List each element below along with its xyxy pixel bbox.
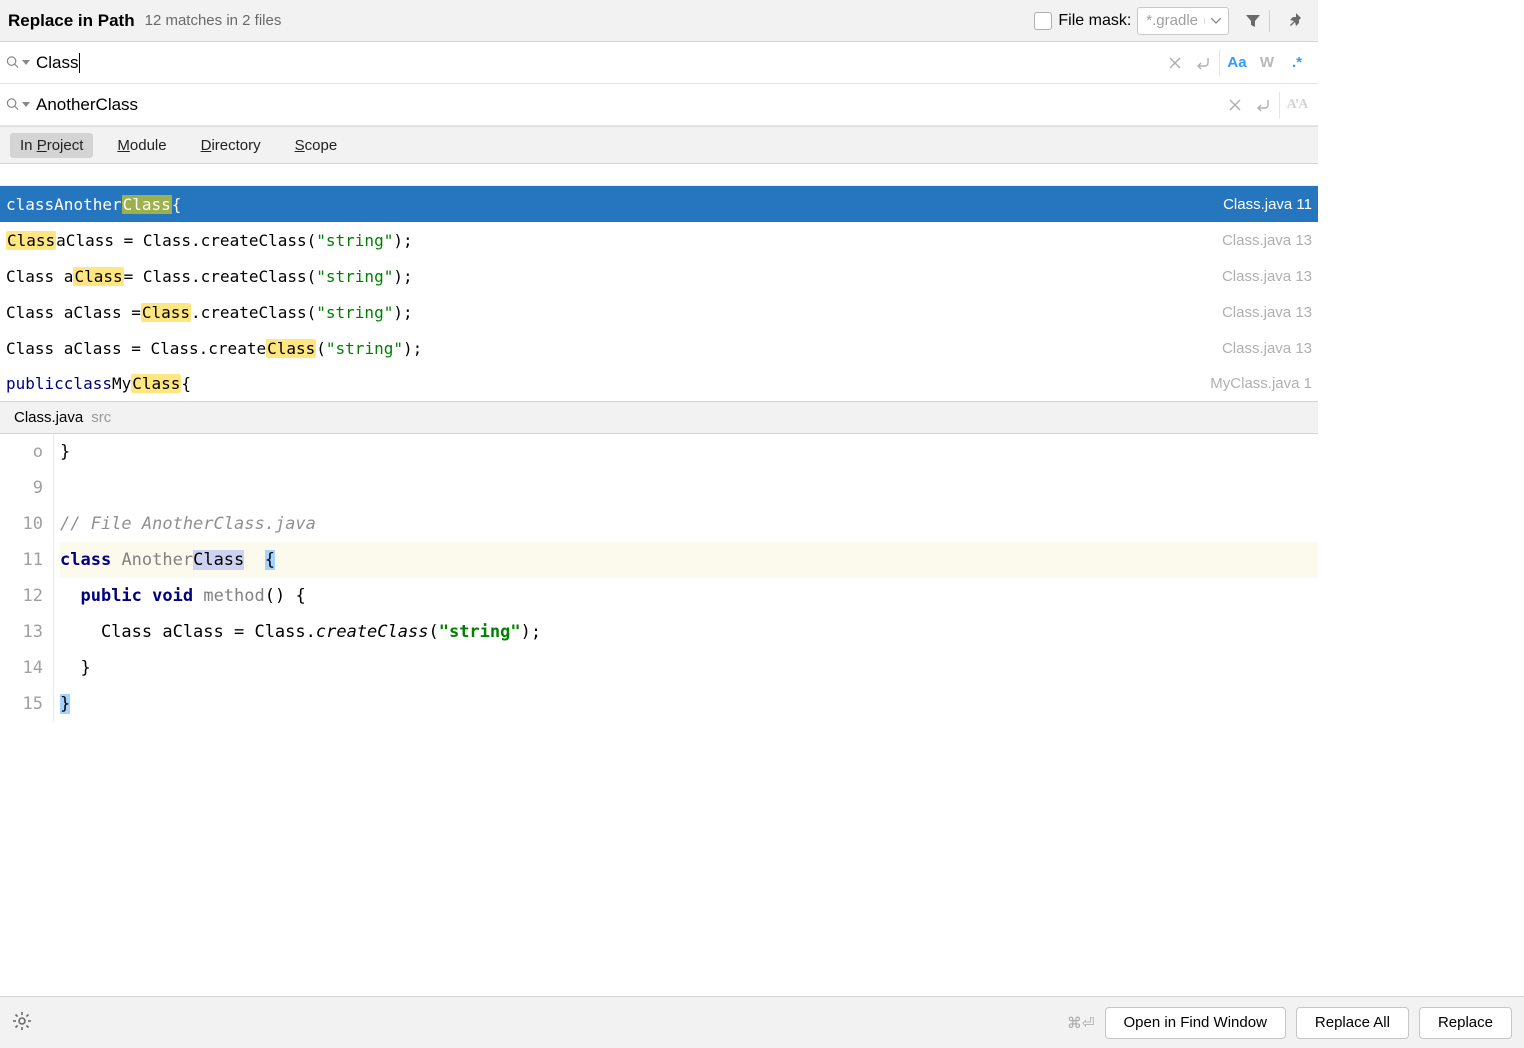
results-list: class AnotherClass {Class.java 11Class a… xyxy=(0,164,1318,402)
result-row[interactable]: public class MyClass {MyClass.java 1 xyxy=(0,366,1318,402)
gear-icon[interactable] xyxy=(12,1011,36,1035)
match-case-toggle[interactable]: Aa xyxy=(1222,49,1252,77)
dialog-header: Replace in Path 12 matches in 2 files Fi… xyxy=(0,0,1318,42)
clear-icon[interactable] xyxy=(1221,91,1249,119)
code-line xyxy=(60,470,1318,506)
separator xyxy=(1269,10,1270,32)
file-mask-checkbox[interactable] xyxy=(1034,12,1052,30)
separator xyxy=(1279,92,1280,118)
code-line: class AnotherClass { xyxy=(60,542,1318,578)
code-preview[interactable]: o9101112131415 } // File AnotherClass.jav… xyxy=(0,434,1318,722)
history-dropdown-icon xyxy=(22,102,30,107)
newline-icon[interactable] xyxy=(1249,91,1277,119)
code-line: public void method() { xyxy=(60,578,1318,614)
replace-all-button[interactable]: Replace All xyxy=(1296,1007,1409,1039)
dialog-title: Replace in Path xyxy=(8,11,135,31)
result-location: Class.java 13 xyxy=(1222,232,1312,249)
result-location: Class.java 13 xyxy=(1222,340,1312,357)
match-count: 12 matches in 2 files xyxy=(145,12,282,29)
preview-file: Class.java xyxy=(14,409,83,426)
code-area[interactable]: } // File AnotherClass.javaclass AnotherC… xyxy=(54,434,1318,722)
file-mask-combo[interactable]: *.gradle xyxy=(1137,7,1229,35)
line-number: 11 xyxy=(6,542,43,578)
line-number: 12 xyxy=(6,578,43,614)
file-mask-value: *.gradle xyxy=(1146,12,1198,29)
search-input[interactable]: Class xyxy=(30,49,1161,77)
code-line: Class aClass = Class.createClass("string… xyxy=(60,614,1318,650)
code-line: } xyxy=(60,650,1318,686)
result-row[interactable]: Class aClass = Class.createClass("string… xyxy=(0,258,1318,294)
open-in-find-window-button[interactable]: Open in Find Window xyxy=(1105,1007,1286,1039)
history-dropdown-icon xyxy=(22,60,30,65)
line-number: 14 xyxy=(6,650,43,686)
result-location: Class.java 13 xyxy=(1222,268,1312,285)
shortcut-hint: ⌘⏎ xyxy=(1067,1014,1095,1032)
replace-button[interactable]: Replace xyxy=(1419,1007,1512,1039)
scope-tab-module[interactable]: Module xyxy=(107,133,176,158)
line-number: o xyxy=(6,434,43,470)
search-icon[interactable] xyxy=(6,55,30,70)
pin-icon[interactable] xyxy=(1282,7,1310,35)
whole-words-toggle[interactable]: W xyxy=(1252,49,1282,77)
chevron-down-icon xyxy=(1204,18,1222,24)
newline-icon[interactable] xyxy=(1189,49,1217,77)
dialog-footer: ⌘⏎ Open in Find Window Replace All Repla… xyxy=(0,996,1524,1048)
clear-icon[interactable] xyxy=(1161,49,1189,77)
separator xyxy=(1219,50,1220,76)
file-mask-label: File mask: xyxy=(1058,12,1131,30)
result-location: Class.java 13 xyxy=(1222,304,1312,321)
regex-toggle[interactable]: .* xyxy=(1282,49,1312,77)
scope-tab-directory[interactable]: Directory xyxy=(191,133,271,158)
line-gutter: o9101112131415 xyxy=(0,434,54,722)
scope-tab-scope[interactable]: Scope xyxy=(285,133,348,158)
search-icon[interactable] xyxy=(6,97,30,112)
search-row: Class Aa W .* xyxy=(0,42,1318,84)
preview-dir: src xyxy=(91,409,111,426)
result-location: MyClass.java 1 xyxy=(1210,375,1312,392)
scope-tabs: In Project Module Directory Scope xyxy=(0,126,1318,164)
code-line: } xyxy=(60,686,1318,722)
result-row[interactable]: Class aClass = Class.createClass("string… xyxy=(0,330,1318,366)
replace-row: AnotherClass A’A xyxy=(0,84,1318,126)
preview-header: Class.java src xyxy=(0,402,1318,434)
result-row[interactable]: class AnotherClass {Class.java 11 xyxy=(0,186,1318,222)
result-row[interactable]: Class aClass = Class.createClass("string… xyxy=(0,222,1318,258)
line-number: 10 xyxy=(6,506,43,542)
filter-icon[interactable] xyxy=(1239,7,1267,35)
code-line: // File AnotherClass.java xyxy=(60,506,1318,542)
replace-input[interactable]: AnotherClass xyxy=(30,91,1221,119)
scope-tab-in-project[interactable]: In Project xyxy=(10,133,93,158)
result-location: Class.java 11 xyxy=(1223,196,1312,213)
line-number: 9 xyxy=(6,470,43,506)
text-caret xyxy=(79,53,80,73)
line-number: 13 xyxy=(6,614,43,650)
prev-result-peek xyxy=(0,164,1318,186)
line-number: 15 xyxy=(6,686,43,722)
code-line: } xyxy=(60,434,1318,470)
preserve-case-toggle[interactable]: A’A xyxy=(1282,91,1312,119)
result-row[interactable]: Class aClass = Class.createClass("string… xyxy=(0,294,1318,330)
